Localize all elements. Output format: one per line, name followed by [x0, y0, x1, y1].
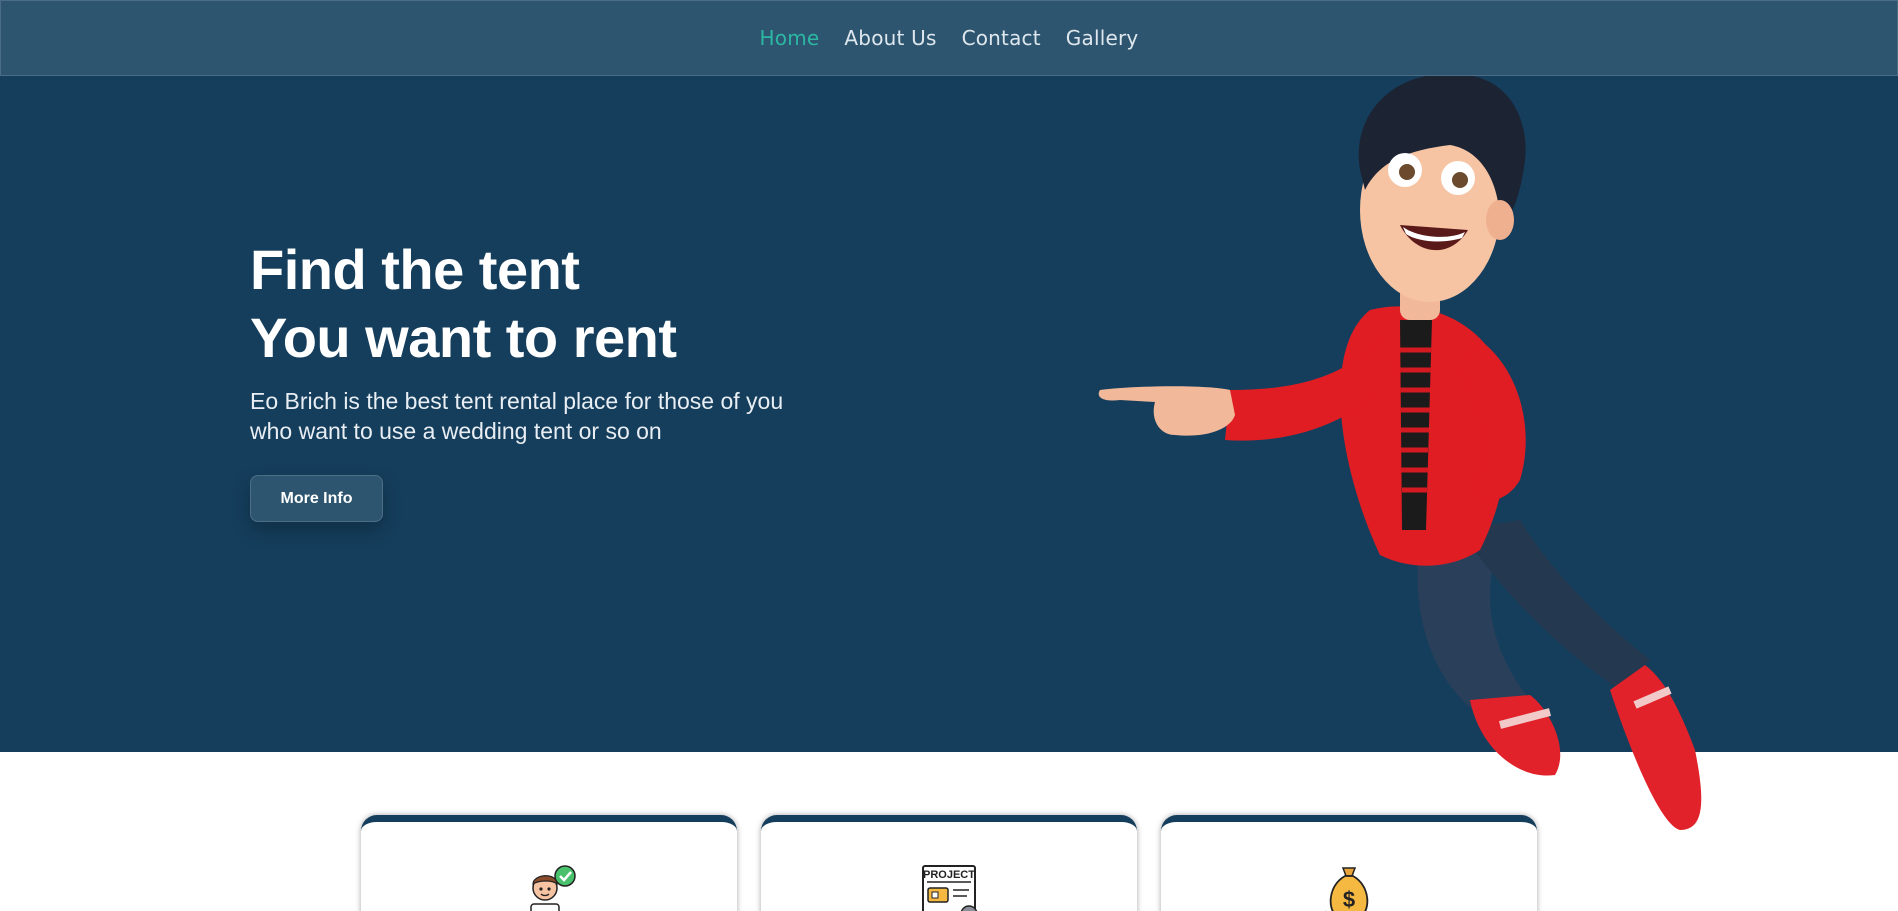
- more-info-button[interactable]: More Info: [250, 475, 383, 522]
- navbar: Home About Us Contact Gallery: [0, 0, 1898, 76]
- project-document-icon: PROJECT: [922, 865, 978, 911]
- nav-link-gallery[interactable]: Gallery: [1066, 26, 1139, 50]
- feature-card-1[interactable]: [361, 815, 737, 911]
- hero-subtitle: Eo Brich is the best tent rental place f…: [250, 388, 784, 444]
- hero-title: Find the tent You want to rent: [250, 236, 850, 372]
- hero-title-line-1: Find the tent: [250, 238, 580, 301]
- person-check-icon: [530, 865, 576, 911]
- svg-text:$: $: [1343, 887, 1355, 911]
- nav-link-home[interactable]: Home: [760, 26, 820, 50]
- nav-link-contact[interactable]: Contact: [962, 26, 1041, 50]
- money-bag-icon: $: [1324, 867, 1369, 911]
- hero-text: Find the tent You want to rent Eo Brich …: [250, 236, 850, 522]
- hero-title-line-2: You want to rent: [250, 306, 677, 369]
- svg-text:PROJECT: PROJECT: [923, 869, 975, 881]
- nav-link-about-us[interactable]: About Us: [844, 26, 936, 50]
- cartoon-character-image: [1098, 74, 1702, 830]
- hero-section: Home About Us Contact Gallery Find the t…: [0, 0, 1898, 830]
